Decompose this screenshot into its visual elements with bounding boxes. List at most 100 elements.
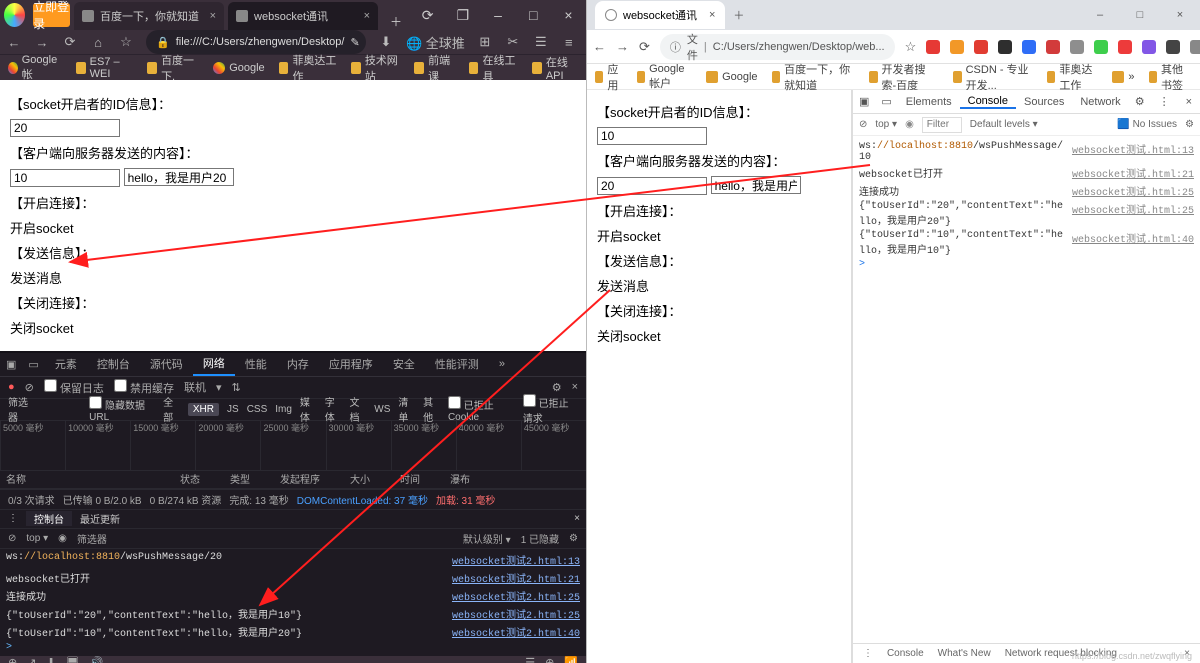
drawer-tab-updates[interactable]: 最近更新	[72, 511, 128, 526]
bookmark-item[interactable]: Google	[706, 71, 757, 83]
menu-icon[interactable]: ≡	[561, 34, 577, 50]
bookmark-item[interactable]: CSDN - 专业开发...	[953, 61, 1033, 93]
extension-icon[interactable]	[1142, 40, 1156, 54]
reload-button[interactable]: ⟳	[62, 34, 78, 50]
filter-other[interactable]: 其他	[423, 394, 440, 424]
extension-icon[interactable]	[998, 40, 1012, 54]
eye-icon[interactable]: ◉	[58, 533, 67, 544]
wifi-icon[interactable]: ⇅	[232, 381, 241, 394]
minimize-button[interactable]: –	[1080, 9, 1120, 21]
footer-icon[interactable]: 🔊	[90, 656, 104, 663]
extension-icon[interactable]	[926, 40, 940, 54]
tabs-more-icon[interactable]: »	[489, 353, 515, 376]
disable-cache-checkbox[interactable]: 禁用缓存	[114, 379, 174, 396]
context-select[interactable]: top ▾	[875, 119, 897, 130]
drawer-toggle-icon[interactable]: ⋮	[863, 648, 873, 659]
bookmark-item[interactable]: 菲奥达工作	[279, 52, 337, 84]
console-source-link[interactable]: websocket测试2.html:13	[452, 552, 580, 568]
console-source-link[interactable]: websocket测试.html:25	[1072, 183, 1194, 199]
close-socket-button[interactable]: 关闭socket	[10, 321, 74, 336]
blocked-cookie-checkbox[interactable]: 已拒止 Cookie	[448, 396, 515, 423]
message-content-input[interactable]	[124, 168, 234, 186]
filter-ws[interactable]: WS	[374, 404, 390, 415]
console-source-link[interactable]: websocket测试2.html:25	[452, 588, 580, 604]
send-message-button[interactable]: 发送消息	[597, 279, 649, 294]
close-devtools-button[interactable]: ×	[1178, 96, 1200, 108]
bookmark-item[interactable]: 在线工具	[469, 52, 518, 84]
console-prompt[interactable]: >	[859, 258, 1194, 271]
filter-manifest[interactable]: 清单	[398, 394, 415, 424]
drawer-tab-console[interactable]: Console	[887, 648, 924, 659]
bookmark-item[interactable]: 开发者搜索-百度	[869, 61, 939, 93]
devtools-tab[interactable]: 控制台	[87, 353, 140, 376]
sync-button[interactable]: ⟳	[410, 7, 445, 24]
global-push-icon[interactable]: 🌐 全球推	[406, 33, 465, 52]
favorite-button[interactable]: ☆	[118, 34, 134, 50]
restore-button[interactable]: ❐	[445, 7, 480, 24]
bookmark-item[interactable]: 其他书签	[1149, 61, 1193, 93]
url-bar[interactable]: 🔒 file:///C:/Users/zhengwen/Desktop/ ✎	[146, 30, 366, 54]
forward-button[interactable]: →	[34, 34, 50, 50]
tab-websocket[interactable]: websocket通讯 ×	[228, 2, 378, 30]
to-user-id-input[interactable]	[10, 169, 120, 187]
footer-icon[interactable]: ☰	[525, 656, 535, 663]
online-select[interactable]: 联机	[184, 379, 206, 395]
forward-button[interactable]: →	[616, 39, 629, 54]
extension-icon[interactable]	[950, 40, 964, 54]
maximize-button[interactable]: □	[1120, 9, 1160, 21]
inspect-icon[interactable]: ▣	[0, 353, 22, 376]
console-source-link[interactable]: websocket测试.html:21	[1072, 165, 1194, 181]
bookmark-item[interactable]: Google 帐	[8, 54, 62, 82]
bookmark-item[interactable]: 菲奥达工作	[1047, 61, 1098, 93]
to-user-id-input[interactable]	[597, 177, 707, 195]
footer-icon[interactable]: 🖥	[66, 656, 80, 663]
devtools-tab[interactable]: 性能	[235, 353, 277, 376]
clear-console-icon[interactable]: ⊘	[859, 119, 867, 130]
maximize-button[interactable]: □	[516, 7, 551, 23]
console-source-link[interactable]: websocket测试.html:13	[1072, 141, 1194, 163]
extension-icon[interactable]	[1022, 40, 1036, 54]
message-content-input[interactable]	[711, 176, 801, 194]
extension-icon[interactable]	[974, 40, 988, 54]
console-source-link[interactable]: websocket测试.html:25	[1072, 201, 1194, 228]
devtools-tab[interactable]: 网络	[193, 353, 235, 376]
socket-id-input[interactable]	[597, 127, 707, 145]
clear-button[interactable]: ⊘	[25, 381, 34, 394]
filter-input[interactable]	[922, 117, 962, 133]
download-icon[interactable]: ⬇	[378, 34, 394, 50]
filter-input[interactable]: 筛选器	[77, 531, 107, 546]
devtools-tab[interactable]: 安全	[383, 353, 425, 376]
send-message-button[interactable]: 发送消息	[10, 271, 62, 286]
new-tab-button[interactable]: ＋	[733, 7, 744, 23]
table-header[interactable]: 瀑布	[450, 471, 586, 488]
star-button[interactable]: ☆	[905, 39, 917, 55]
preserve-log-checkbox[interactable]: 保留日志	[44, 379, 104, 396]
filter-img[interactable]: Img	[275, 404, 292, 415]
bookmark-item[interactable]: Google	[213, 62, 264, 74]
filter-xhr[interactable]: XHR	[188, 403, 219, 416]
edit-url-icon[interactable]: ✎	[350, 36, 359, 49]
drawer-toggle-icon[interactable]: ⋮	[0, 513, 26, 524]
extension-icon[interactable]	[1046, 40, 1060, 54]
drawer-tab-whatsnew[interactable]: What's New	[938, 648, 991, 659]
url-bar[interactable]: ⓘ 文件 | C:/Users/zhengwen/Desktop/web...	[660, 34, 895, 60]
close-devtools-button[interactable]: ×	[572, 381, 578, 393]
record-button[interactable]: ●	[8, 381, 15, 393]
back-button[interactable]: ←	[593, 39, 606, 54]
bookmark-item[interactable]: 百度一下，你就知道	[772, 61, 855, 93]
table-header[interactable]: 类型	[230, 471, 280, 488]
console-source-link[interactable]: websocket测试2.html:21	[452, 570, 580, 586]
network-timeline[interactable]: 5000 毫秒10000 毫秒15000 毫秒20000 毫秒25000 毫秒3…	[0, 421, 586, 471]
device-icon[interactable]: ▭	[22, 353, 44, 376]
table-header[interactable]: 名称	[0, 471, 180, 488]
devtools-tab[interactable]: 性能评测	[425, 353, 489, 376]
open-socket-button[interactable]: 开启socket	[597, 229, 661, 244]
console-gear-icon[interactable]: ⚙	[569, 533, 578, 544]
open-socket-button[interactable]: 开启socket	[10, 221, 74, 236]
close-socket-button[interactable]: 关闭socket	[597, 329, 661, 344]
tab-websocket[interactable]: websocket通讯 ×	[595, 1, 725, 29]
filter-css[interactable]: CSS	[247, 404, 268, 415]
tab-close-button[interactable]: ×	[210, 10, 216, 22]
bookmark-item[interactable]: 应用	[595, 61, 623, 93]
level-select[interactable]: Default levels ▾	[970, 119, 1038, 130]
